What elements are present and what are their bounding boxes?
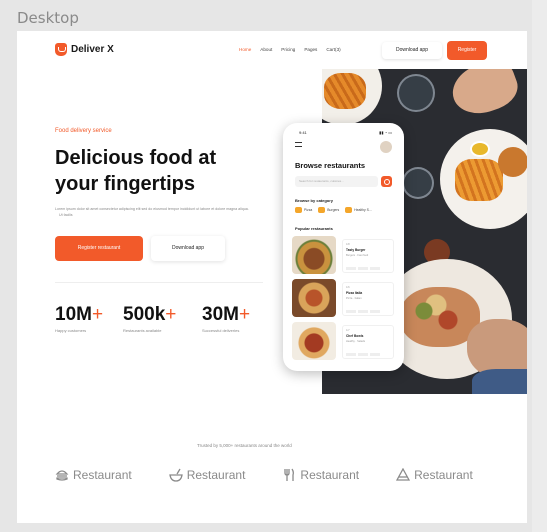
- hand-image: [445, 69, 524, 122]
- avatar[interactable]: [380, 141, 392, 153]
- cake-icon: [396, 468, 411, 481]
- restaurant-thumbnail: [292, 279, 336, 317]
- frame-label: Desktop: [17, 9, 79, 27]
- hero-description-text: Lorem ipsum dolor sit amet consectetur a…: [55, 207, 249, 211]
- salad-icon: [345, 207, 353, 213]
- category-label: Burgers: [327, 208, 340, 212]
- partner-name: Restaurant: [186, 468, 246, 482]
- restaurant-rating: 4.7: [346, 329, 350, 332]
- partner-logo: Restaurant: [168, 468, 246, 482]
- restaurant-meta: Pizza · Italian: [346, 297, 362, 300]
- burger-icon: [318, 207, 326, 213]
- stat-value: 500k: [123, 304, 166, 325]
- restaurant-rating: 4.6: [346, 286, 350, 289]
- glass-image: [397, 74, 435, 112]
- hero-eyebrow: Food delivery service: [55, 128, 112, 134]
- restaurant-meta: Healthy · Salads: [346, 340, 366, 343]
- bag-logo-icon: [55, 43, 67, 56]
- burger-icon: [55, 470, 69, 481]
- fries-plate-image: [322, 69, 382, 125]
- brand-logo[interactable]: Deliver X: [55, 43, 114, 56]
- partner-name: Restaurant: [414, 468, 473, 482]
- burger-plate-image: [440, 129, 527, 229]
- hero-description-tail: Ut facilis: [59, 213, 73, 217]
- hero-download-app-button[interactable]: Download app: [151, 236, 225, 261]
- divider: [55, 282, 263, 283]
- stat-plus: +: [165, 304, 177, 325]
- partner-name: Restaurant: [73, 468, 132, 482]
- stat-plus: +: [91, 304, 104, 325]
- category-healthy[interactable]: Healthy S...: [345, 207, 372, 213]
- nav-link-pricing[interactable]: Pricing: [281, 47, 295, 52]
- glass-image-2: [402, 167, 434, 199]
- restaurant-name: Pizza Italia: [346, 291, 363, 295]
- restaurant-card[interactable]: 4.7 Chef Bowls Healthy · Salads: [292, 322, 396, 362]
- nav-links: Home About Pricing Pages Cart(3): [239, 47, 341, 52]
- sleeve-image: [472, 369, 527, 394]
- partner-logo: Restaurant: [396, 468, 473, 482]
- stat-restaurants: 500k+ Restaurants available: [123, 304, 176, 333]
- pizza-icon: [295, 207, 302, 213]
- register-button[interactable]: Register: [447, 41, 487, 60]
- stat-label: Restaurants available: [123, 328, 162, 333]
- popular-header: Popular restaurants: [295, 226, 333, 231]
- stat-plus: +: [238, 304, 251, 325]
- category-list: Pizza Burgers Healthy S...: [295, 207, 372, 213]
- restaurant-info: 4.7 Chef Bowls Healthy · Salads: [342, 325, 394, 359]
- restaurant-info: 4.8 Tasty Burger Burgers · Fast food: [342, 239, 394, 273]
- category-label: Healthy S...: [354, 208, 372, 212]
- brand-name: Deliver X: [71, 44, 114, 55]
- canvas-scroll-strip: [532, 0, 547, 532]
- category-label: Pizza: [304, 208, 313, 212]
- stat-value: 10M: [55, 304, 92, 325]
- nav-link-home[interactable]: Home: [239, 47, 251, 52]
- partner-logos: Restaurant Restaurant Restaurant Restaur…: [55, 468, 473, 482]
- fork-knife-icon: [284, 468, 295, 481]
- phone-mockup: 9:41 ▮▮ ◔ ▭ Browse restaurants Search fo…: [283, 123, 404, 371]
- restaurant-rating: 4.8: [346, 243, 350, 246]
- phone-search-input[interactable]: Search for restaurants, cuisines...: [295, 176, 378, 187]
- top-navigation: Deliver X Home About Pricing Pages Cart(…: [17, 31, 527, 69]
- phone-time: 9:41: [299, 130, 307, 135]
- category-header: Browse by category: [295, 198, 334, 203]
- partner-name: Restaurant: [300, 468, 360, 482]
- restaurant-meta: Burgers · Fast food: [346, 254, 369, 257]
- desktop-frame: Deliver X Home About Pricing Pages Cart(…: [17, 31, 527, 523]
- stat-value: 30M: [202, 304, 239, 325]
- restaurant-thumbnail: [292, 236, 336, 274]
- partner-logo: Restaurant: [282, 468, 359, 482]
- stat-deliveries: 30M+ Successful deliveries: [202, 304, 250, 333]
- register-restaurant-button[interactable]: Register restaurant: [55, 236, 143, 261]
- stat-customers: 10M+ Happy customers: [55, 304, 103, 333]
- nav-link-cart[interactable]: Cart(3): [326, 47, 340, 52]
- menu-icon[interactable]: [295, 142, 302, 147]
- restaurant-info: 4.6 Pizza Italia Pizza · Italian: [342, 282, 394, 316]
- stat-label: Successful deliveries: [202, 328, 240, 333]
- partner-logo: Restaurant: [55, 468, 132, 482]
- nav-link-about[interactable]: About: [260, 47, 272, 52]
- category-burgers[interactable]: Burgers: [318, 207, 339, 213]
- trusted-text: Trusted by 5,000+ restaurants around the…: [197, 443, 292, 448]
- restaurant-name: Tasty Burger: [346, 248, 366, 252]
- restaurant-thumbnail: [292, 322, 336, 360]
- phone-title: Browse restaurants: [295, 161, 366, 170]
- restaurant-card[interactable]: 4.6 Pizza Italia Pizza · Italian: [292, 279, 396, 319]
- download-app-button[interactable]: Download app: [382, 42, 442, 59]
- restaurant-name: Chef Bowls: [346, 334, 364, 338]
- category-pizza[interactable]: Pizza: [295, 207, 312, 213]
- hero-description: Lorem ipsum dolor sit amet consectetur a…: [55, 206, 255, 218]
- phone-status-icons: ▮▮ ◔ ▭: [379, 130, 392, 135]
- nav-link-pages[interactable]: Pages: [304, 47, 317, 52]
- bowl-icon: [168, 468, 183, 482]
- restaurant-card[interactable]: 4.8 Tasty Burger Burgers · Fast food: [292, 236, 396, 276]
- hero-headline: Delicious food at your fingertips: [55, 147, 217, 195]
- stat-label: Happy customers: [55, 328, 87, 333]
- search-icon[interactable]: [381, 176, 392, 187]
